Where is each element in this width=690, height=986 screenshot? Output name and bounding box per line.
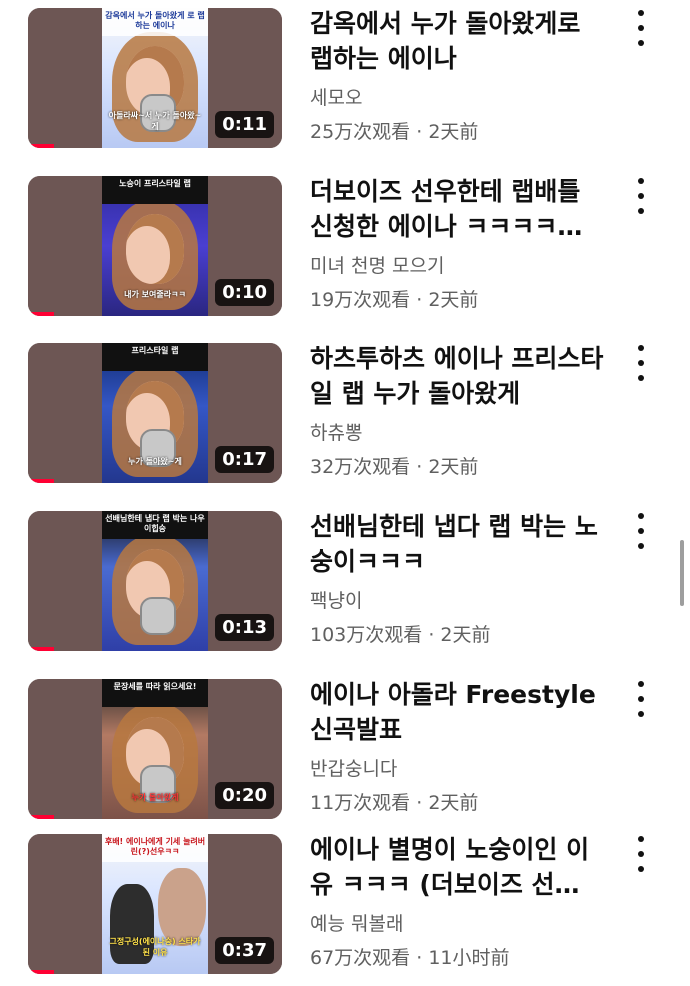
separator-dot: · — [428, 624, 435, 646]
separator-dot: · — [416, 792, 423, 814]
thumbnail-caption: 프리스타일 랩 — [102, 343, 208, 371]
video-title[interactable]: 에이나 별명이 노숭이인 이유 ㅋㅋㅋ (더보이즈 선… — [310, 832, 610, 902]
person-face — [126, 214, 184, 284]
watch-progress-bar — [28, 970, 54, 974]
thumbnail-subtitle: 누가 돌아왔게 — [131, 793, 179, 802]
video-title[interactable]: 더보이즈 선우한테 랩배틀 신청한 에이나 ㅋㅋㅋㅋ… — [310, 174, 610, 244]
video-meta: 에이나 별명이 노숭이인 이유 ㅋㅋㅋ (더보이즈 선… 예능 뭐볼래 67万次… — [310, 832, 610, 970]
video-meta: 에이나 아돌라 Freestyle 신곡발표 반갑숭니다 11万次观看 · 2天… — [310, 677, 610, 815]
thumbnail-subtitle: 아돌라싸~서 누가 돌아왔~게 — [108, 111, 202, 131]
more-options-icon[interactable] — [631, 681, 651, 717]
separator-dot: · — [416, 289, 423, 311]
video-stats: 67万次观看 · 11小时前 — [310, 943, 610, 970]
duration-badge: 0:17 — [215, 446, 274, 473]
duration-badge: 0:37 — [215, 937, 274, 964]
channel-name[interactable]: 예능 뭐볼래 — [310, 909, 610, 936]
view-count: 11万次观看 — [310, 792, 411, 814]
video-stats: 19万次观看 · 2天前 — [310, 285, 610, 312]
watch-progress-bar — [28, 312, 54, 316]
watch-progress-bar — [28, 815, 54, 819]
channel-name[interactable]: 반갑숭니다 — [310, 754, 610, 781]
thumbnail-bg-left — [28, 343, 102, 483]
video-thumbnail[interactable]: 노숭이 프리스타일 랩 내가 보여줄라ㅋㅋ 0:10 — [28, 176, 282, 316]
scrollbar-thumb[interactable] — [680, 540, 684, 606]
channel-name[interactable]: 세모오 — [310, 83, 610, 110]
watch-progress-bar — [28, 647, 54, 651]
duration-badge: 0:13 — [215, 614, 274, 641]
video-title[interactable]: 에이나 아돌라 Freestyle 신곡발표 — [310, 677, 610, 747]
thumbnail-bg-left — [28, 176, 102, 316]
more-options-icon[interactable] — [631, 345, 651, 381]
video-stats: 103万次观看 · 2天前 — [310, 620, 610, 647]
thumbnail-bg-left — [28, 834, 102, 974]
thumbnail-bg-left — [28, 8, 102, 148]
video-meta: 하츠투하츠 에이나 프리스타일 랩 누가 돌아왔게 하츄뽕 32万次观看 · 2… — [310, 341, 610, 479]
video-meta: 감옥에서 누가 돌아왔게로 랩하는 에이나 세모오 25万次观看 · 2天前 — [310, 6, 610, 144]
video-thumbnail[interactable]: 후배! 에이나에게 기세 눌려버린(?)선우ㅋㅋ 그정구성(에이나숭) 스타가 … — [28, 834, 282, 974]
video-meta: 더보이즈 선우한테 랩배틀 신청한 에이나 ㅋㅋㅋㅋ… 미녀 천명 모으기 19… — [310, 174, 610, 312]
thumbnail-bg-left — [28, 679, 102, 819]
thumbnail-caption: 선배님한테 냅다 랩 박는 나우이힙숭 — [102, 511, 208, 539]
video-thumbnail[interactable]: 감옥에서 누가 돌아왔게 로 랩하는 에이나 아돌라싸~서 누가 돌아왔~게 0… — [28, 8, 282, 148]
video-item[interactable]: 문장세를 따라 읽으세요! 누가 돌아왔게 0:20 에이나 아돌라 Frees… — [0, 671, 690, 821]
thumbnail-caption: 후배! 에이나에게 기세 눌려버린(?)선우ㅋㅋ — [102, 834, 208, 862]
person-figure — [158, 868, 206, 946]
video-stats: 25万次观看 · 2天前 — [310, 117, 610, 144]
channel-name[interactable]: 팩냥이 — [310, 586, 610, 613]
thumbnail-subtitle: 그정구성(에이나숭) 스타가 된 이유 — [109, 937, 201, 957]
watch-progress-bar — [28, 479, 54, 483]
microphone-icon — [140, 597, 176, 635]
channel-name[interactable]: 하츄뽕 — [310, 418, 610, 445]
video-item[interactable]: 감옥에서 누가 돌아왔게 로 랩하는 에이나 아돌라싸~서 누가 돌아왔~게 0… — [0, 0, 690, 150]
view-count: 67万次观看 — [310, 947, 411, 969]
video-thumbnail[interactable]: 문장세를 따라 읽으세요! 누가 돌아왔게 0:20 — [28, 679, 282, 819]
duration-badge: 0:10 — [215, 279, 274, 306]
video-title[interactable]: 감옥에서 누가 돌아왔게로 랩하는 에이나 — [310, 6, 610, 76]
video-item[interactable]: 선배님한테 냅다 랩 박는 나우이힙숭 0:13 선배님한테 냅다 랩 박는 노… — [0, 503, 690, 653]
upload-age: 2天前 — [428, 121, 479, 143]
upload-age: 2天前 — [428, 456, 479, 478]
thumbnail-subtitle: 누가 돌아왔~게 — [128, 457, 182, 466]
watch-progress-bar — [28, 144, 54, 148]
view-count: 32万次观看 — [310, 456, 411, 478]
separator-dot: · — [416, 121, 423, 143]
thumbnail-caption: 문장세를 따라 읽으세요! — [102, 679, 208, 707]
video-title[interactable]: 선배님한테 냅다 랩 박는 노숭이ㅋㅋㅋ — [310, 509, 610, 579]
more-options-icon[interactable] — [631, 836, 651, 872]
upload-age: 2天前 — [440, 624, 491, 646]
separator-dot: · — [416, 456, 423, 478]
video-title[interactable]: 하츠투하츠 에이나 프리스타일 랩 누가 돌아왔게 — [310, 341, 610, 411]
video-item[interactable]: 후배! 에이나에게 기세 눌려버린(?)선우ㅋㅋ 그정구성(에이나숭) 스타가 … — [0, 826, 690, 976]
separator-dot: · — [416, 947, 423, 969]
view-count: 25万次观看 — [310, 121, 411, 143]
video-thumbnail[interactable]: 프리스타일 랩 누가 돌아왔~게 0:17 — [28, 343, 282, 483]
duration-badge: 0:20 — [215, 782, 274, 809]
more-options-icon[interactable] — [631, 178, 651, 214]
video-item[interactable]: 노숭이 프리스타일 랩 내가 보여줄라ㅋㅋ 0:10 더보이즈 선우한테 랩배틀… — [0, 168, 690, 318]
video-item[interactable]: 프리스타일 랩 누가 돌아왔~게 0:17 하츠투하츠 에이나 프리스타일 랩 … — [0, 335, 690, 485]
more-options-icon[interactable] — [631, 10, 651, 46]
video-stats: 11万次观看 · 2天前 — [310, 788, 610, 815]
video-stats: 32万次观看 · 2天前 — [310, 452, 610, 479]
video-meta: 선배님한테 냅다 랩 박는 노숭이ㅋㅋㅋ 팩냥이 103万次观看 · 2天前 — [310, 509, 610, 647]
more-options-icon[interactable] — [631, 513, 651, 549]
upload-age: 2天前 — [428, 289, 479, 311]
thumbnail-caption: 감옥에서 누가 돌아왔게 로 랩하는 에이나 — [102, 8, 208, 36]
duration-badge: 0:11 — [215, 111, 274, 138]
upload-age: 11小时前 — [428, 947, 510, 969]
thumbnail-subtitle: 내가 보여줄라ㅋㅋ — [124, 290, 186, 299]
video-thumbnail[interactable]: 선배님한테 냅다 랩 박는 나우이힙숭 0:13 — [28, 511, 282, 651]
view-count: 19万次观看 — [310, 289, 411, 311]
channel-name[interactable]: 미녀 천명 모으기 — [310, 251, 610, 278]
thumbnail-bg-left — [28, 511, 102, 651]
view-count: 103万次观看 — [310, 624, 423, 646]
thumbnail-caption: 노숭이 프리스타일 랩 — [102, 176, 208, 204]
upload-age: 2天前 — [428, 792, 479, 814]
